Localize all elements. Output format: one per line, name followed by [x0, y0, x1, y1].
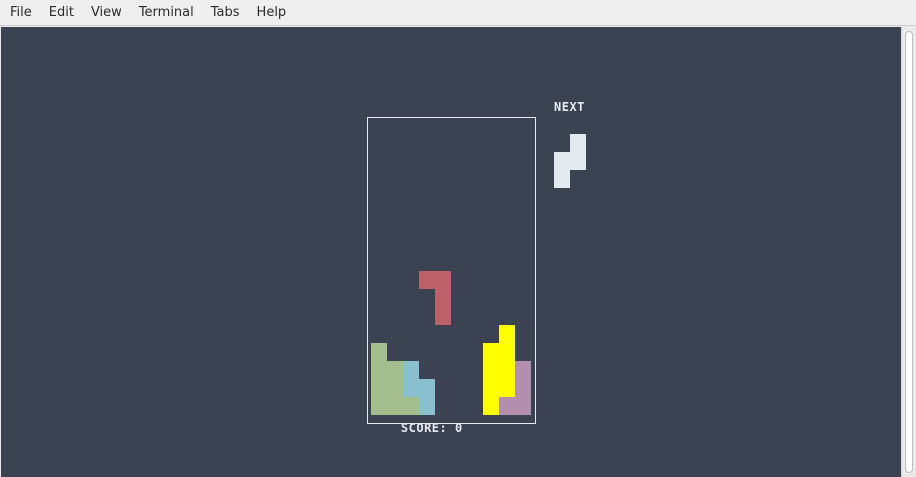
falling-piece-cell — [419, 271, 435, 289]
menu-edit[interactable]: Edit — [43, 0, 80, 26]
menu-terminal[interactable]: Terminal — [133, 0, 200, 26]
next-label: NEXT — [554, 100, 585, 114]
block-cell-yellow — [499, 361, 515, 379]
block-cell-yellow — [499, 343, 515, 361]
block-cell-green — [371, 379, 387, 397]
game-board — [367, 117, 536, 424]
score-display: SCORE: 0 — [370, 407, 463, 449]
block-cell-yellow — [483, 397, 499, 415]
score-value: 0 — [455, 421, 463, 435]
falling-piece-cell — [435, 289, 451, 307]
block-cell-purple — [515, 379, 531, 397]
block-cell-yellow — [483, 343, 499, 361]
next-piece-preview — [554, 134, 594, 194]
menu-view[interactable]: View — [85, 0, 128, 26]
block-cell-yellow — [499, 325, 515, 343]
block-cell-green — [371, 343, 387, 361]
next-piece-cell — [570, 152, 586, 170]
block-cell-yellow — [499, 379, 515, 397]
falling-piece-cell — [435, 307, 451, 325]
next-piece-cell — [554, 170, 570, 188]
block-cell-green — [387, 379, 403, 397]
menu-help[interactable]: Help — [251, 0, 293, 26]
block-cell-yellow — [483, 361, 499, 379]
block-cell-purple — [515, 397, 531, 415]
block-cell-green — [387, 361, 403, 379]
block-cell-cyan — [419, 379, 435, 397]
block-cell-cyan — [403, 379, 419, 397]
next-piece-cell — [570, 134, 586, 152]
falling-piece-cell — [435, 271, 451, 289]
menu-file[interactable]: File — [4, 0, 38, 26]
terminal-area[interactable]: NEXT SCORE: 0 — [1, 27, 901, 477]
menu-bar: File Edit View Terminal Tabs Help — [0, 0, 916, 26]
score-label: SCORE: — [400, 421, 448, 435]
block-cell-green — [371, 361, 387, 379]
block-cell-cyan — [403, 361, 419, 379]
block-cell-purple — [499, 397, 515, 415]
scrollbar-thumb[interactable] — [905, 31, 913, 473]
block-cell-purple — [515, 361, 531, 379]
next-piece-cell — [554, 152, 570, 170]
menu-tabs[interactable]: Tabs — [205, 0, 246, 26]
vertical-scrollbar[interactable] — [901, 27, 916, 477]
block-cell-yellow — [483, 379, 499, 397]
